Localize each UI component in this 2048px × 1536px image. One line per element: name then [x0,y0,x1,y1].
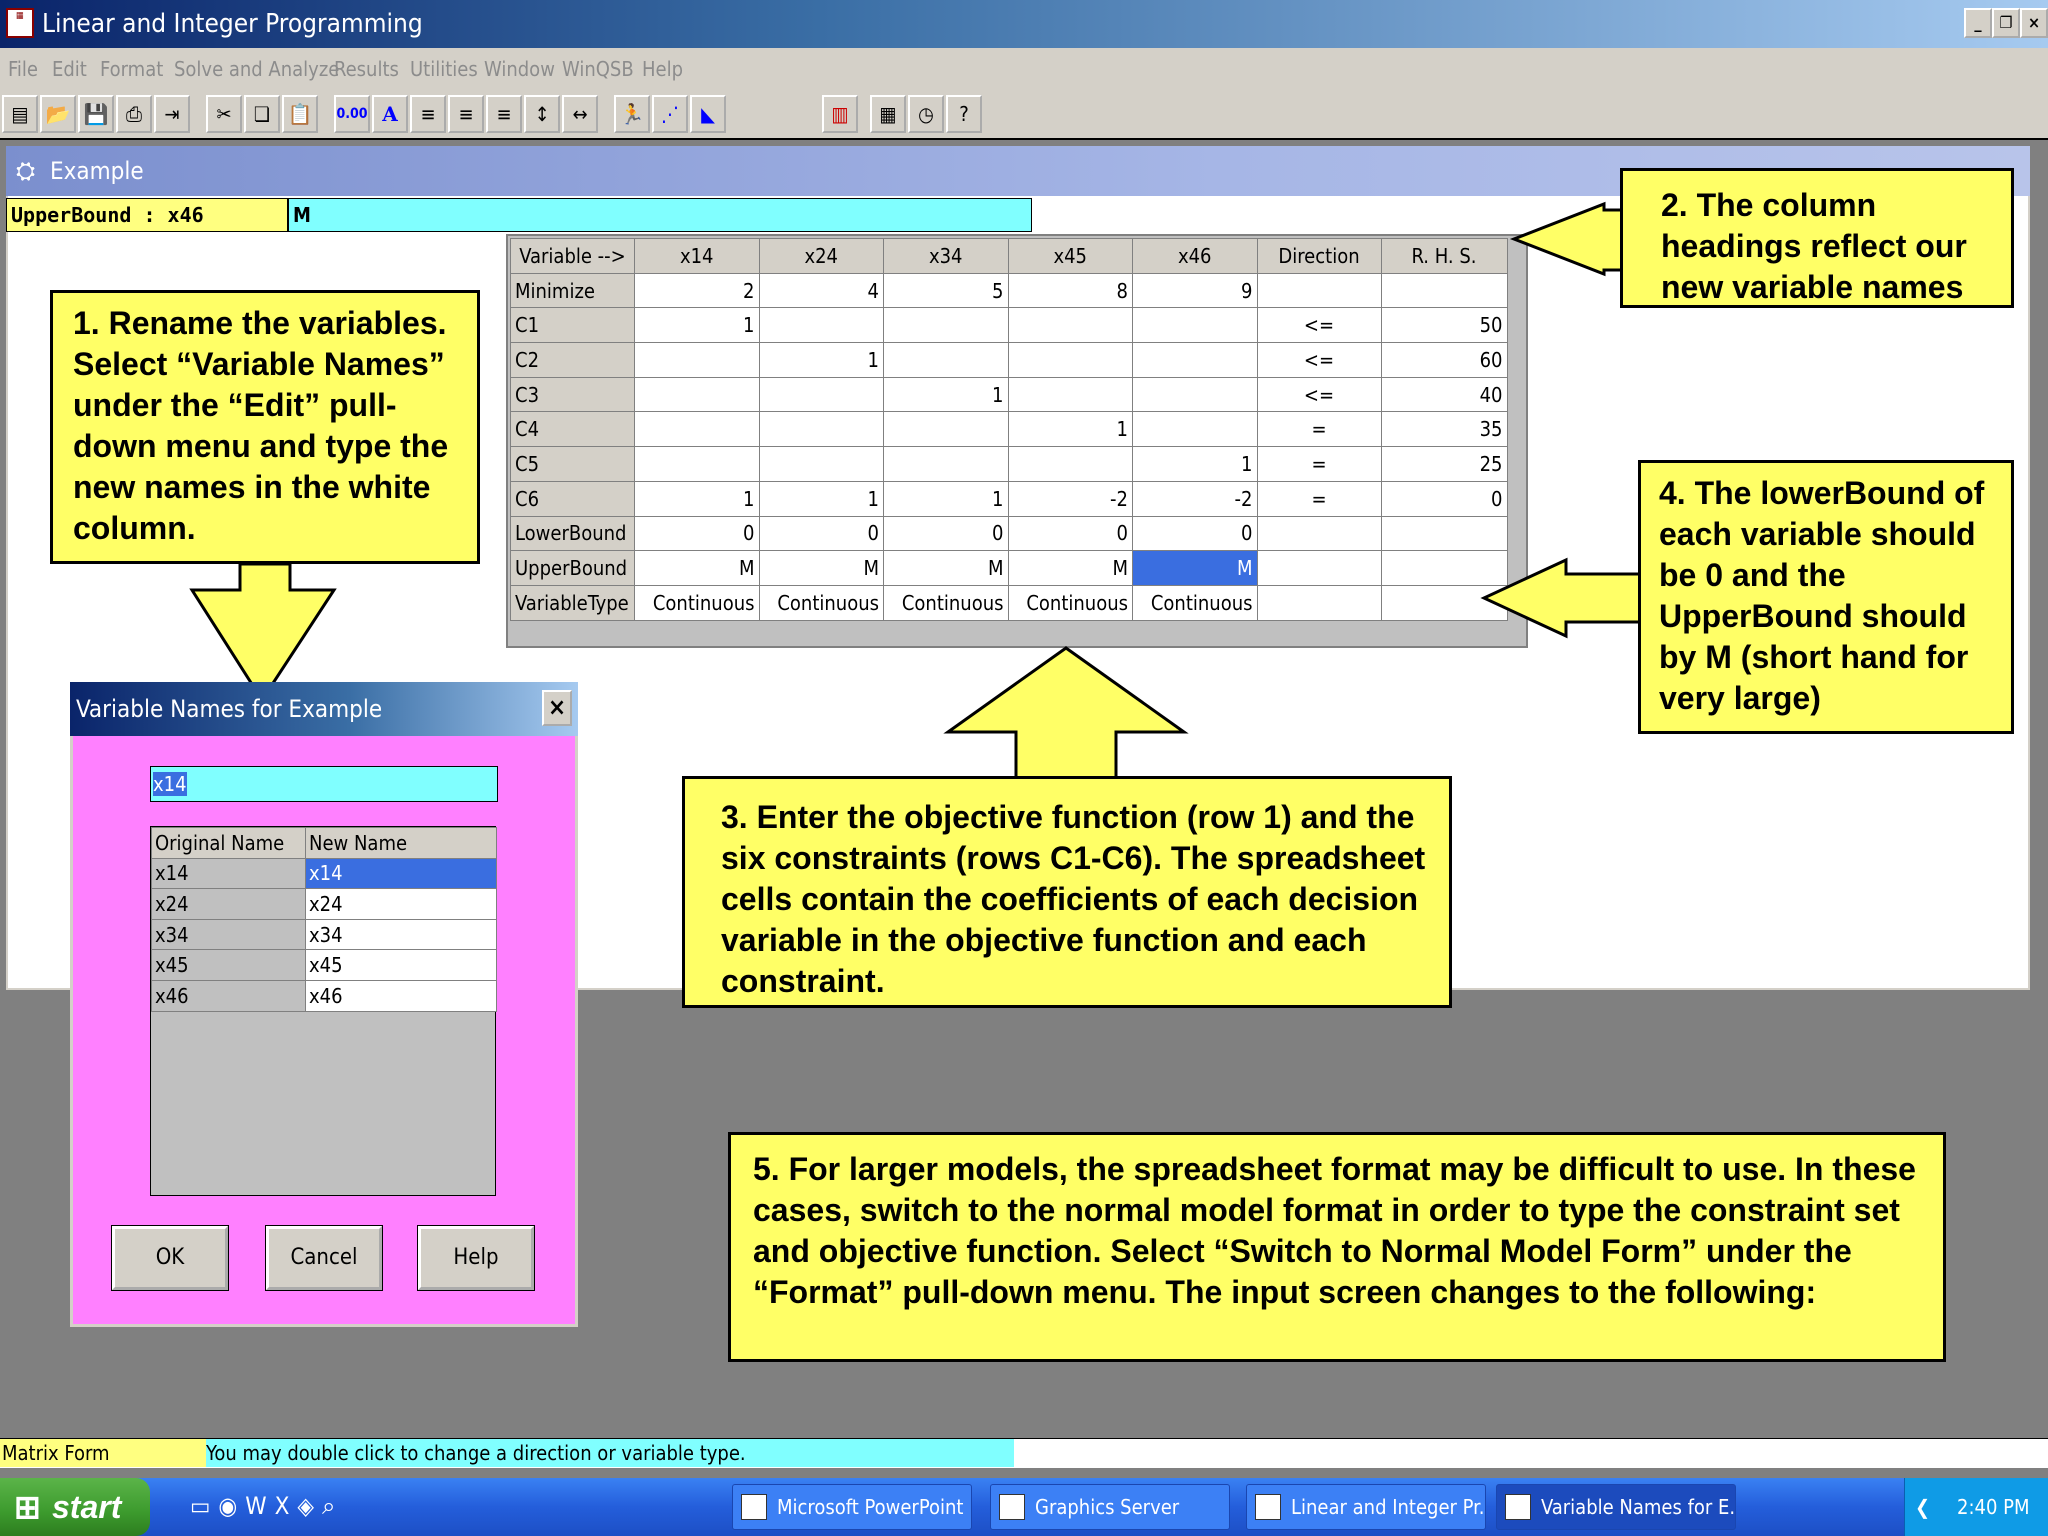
column-header-original: Original Name [151,827,306,859]
table-row: x24 x24 [151,888,497,920]
task-label: Microsoft PowerPoint ... [777,1495,972,1519]
table-row: x45 x45 [151,949,497,981]
original-name-cell: x24 [151,888,306,920]
variable-name-input[interactable]: x14 [150,766,498,802]
browser-icon[interactable]: ◉ [218,1492,245,1520]
new-name-cell[interactable]: x14 [305,857,497,890]
note-3: 3. Enter the objective function (row 1) … [682,776,1452,1008]
variable-names-grid: Original Name New Name x14 x14 x24 x24 x… [150,826,497,1196]
note-2: 2. The column headings reflect our new v… [1620,168,2014,308]
close-icon[interactable]: × [542,690,572,726]
task-variable-names[interactable]: Variable Names for E... [1496,1484,1736,1530]
table-row: x34 x34 [151,918,497,951]
clock: 2:40 PM [1957,1495,2030,1519]
new-name-cell[interactable]: x34 [305,918,497,951]
original-name-cell: x14 [151,857,306,890]
note-4: 4. The lowerBound of each variable shoul… [1638,460,2014,734]
winqsb-icon [1255,1494,1281,1520]
variable-names-table: Original Name New Name x14 x14 x24 x24 x… [151,827,497,1012]
start-label: start [52,1489,122,1525]
powerpoint-icon [741,1494,767,1520]
window-icon [1505,1494,1531,1520]
note-5: 5. For larger models, the spreadsheet fo… [728,1132,1946,1362]
note-1: 1. Rename the variables. Select “Variabl… [50,290,480,564]
status-mode: Matrix Form [0,1439,206,1467]
system-tray: ❮ 2:40 PM [1904,1478,2048,1536]
quick-launch: ▭◉WX◈⌕ [190,1492,343,1522]
status-hint: You may double click to change a directi… [206,1439,1014,1467]
original-name-cell: x46 [151,979,306,1012]
task-label: Variable Names for E... [1541,1495,1736,1519]
arrow-left-note2 [1509,201,1624,277]
dialog-title: Variable Names for Example [70,682,578,736]
arrow-down-note1 [189,562,337,703]
search-icon[interactable]: ⌕ [322,1492,343,1520]
cancel-button[interactable]: Cancel [265,1225,383,1291]
arrow-up-note3 [943,646,1189,782]
task-powerpoint[interactable]: Microsoft PowerPoint ... [732,1484,972,1530]
new-name-cell[interactable]: x46 [305,979,497,1012]
table-row: x14 x14 [151,857,497,890]
app-icon[interactable]: ◈ [297,1492,322,1520]
original-name-cell: x45 [151,949,306,981]
chevron-left-icon[interactable]: ❮ [1915,1478,1930,1536]
start-button[interactable]: ⊞ start [0,1478,150,1536]
original-name-cell: x34 [151,918,306,951]
ok-button[interactable]: OK [111,1225,229,1291]
status-bar: Matrix Form You may double click to chan… [0,1438,2048,1468]
graphics-server-icon [999,1494,1025,1520]
task-label: Linear and Integer Pr... [1291,1495,1486,1519]
table-row: x46 x46 [151,979,497,1012]
new-name-cell[interactable]: x24 [305,888,497,920]
column-header-new: New Name [305,827,497,859]
task-linear-integer[interactable]: Linear and Integer Pr... [1246,1484,1486,1530]
header-row: Original Name New Name [151,827,497,859]
word-icon[interactable]: W [245,1492,274,1520]
task-graphics-server[interactable]: Graphics Server [990,1484,1230,1530]
folder-icon[interactable]: ▭ [190,1492,218,1520]
excel-icon[interactable]: X [275,1492,298,1520]
new-name-cell[interactable]: x45 [305,949,497,981]
help-button[interactable]: Help [417,1225,535,1291]
arrow-left-note4 [1480,557,1642,639]
task-label: Graphics Server [1035,1495,1180,1519]
windows-logo-icon: ⊞ [14,1489,41,1525]
variable-name-input-value: x14 [153,772,187,796]
